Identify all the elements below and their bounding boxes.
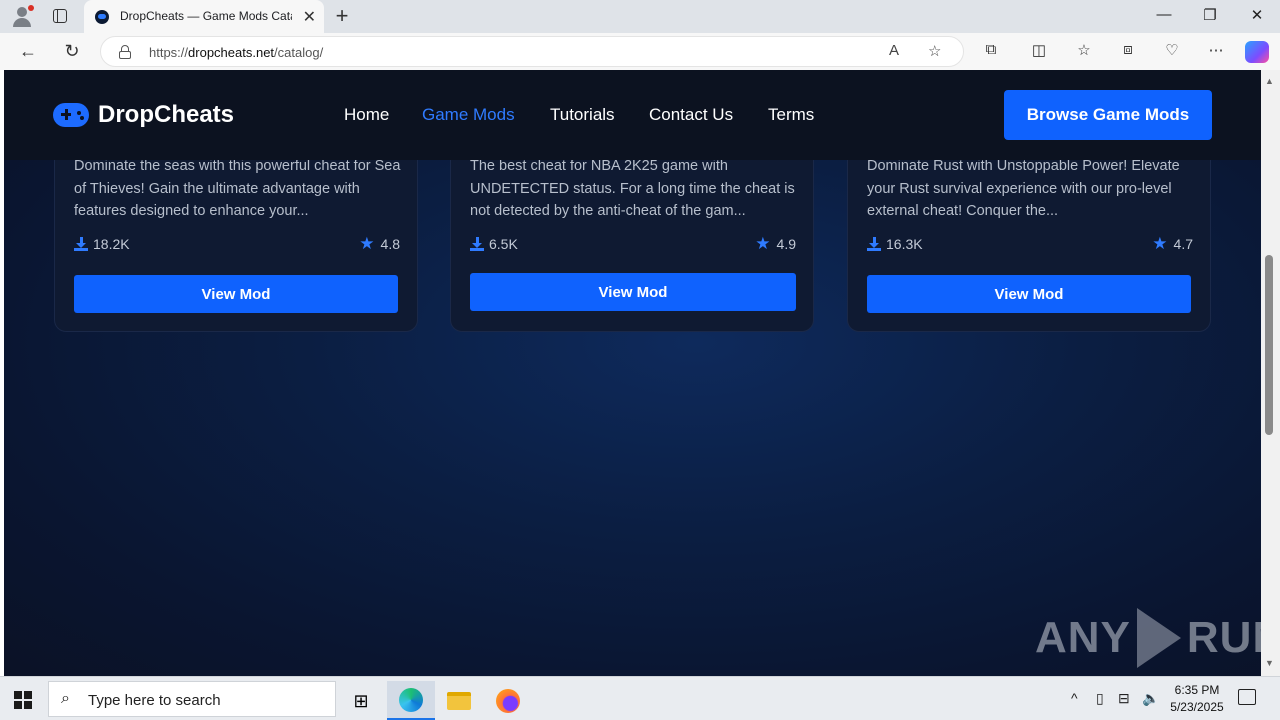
view-mod-button[interactable]: View Mod <box>470 273 796 311</box>
site-header: DropCheats Home Game Mods Tutorials Cont… <box>4 70 1261 160</box>
tab-close-icon[interactable]: ✕ <box>303 7 316 27</box>
url-text: https://dropcheats.net/catalog/ <box>149 45 324 60</box>
extensions-icon[interactable]: ⧉ <box>980 41 1002 58</box>
favorites-icon[interactable]: ☆ <box>1073 41 1095 59</box>
notifications-icon[interactable] <box>1238 689 1256 705</box>
minimize-button[interactable]: — <box>1144 6 1184 23</box>
back-icon[interactable]: ← <box>15 39 41 63</box>
tab-title: DropCheats — Game Mods Catalog <box>120 9 292 23</box>
tab-actions-icon[interactable] <box>48 6 72 26</box>
mod-rating: ★ 4.9 <box>755 234 796 253</box>
browser-essentials-icon[interactable]: ♡ <box>1161 41 1183 59</box>
file-explorer-icon[interactable] <box>435 681 483 720</box>
web-page: Dominate the seas with this powerful che… <box>4 70 1261 676</box>
firefox-taskbar-icon[interactable] <box>484 681 532 720</box>
download-count: 6.5K <box>470 236 518 252</box>
download-icon <box>867 237 881 251</box>
address-bar[interactable]: https://dropcheats.net/catalog/ A ☆ <box>100 36 964 67</box>
tab-strip: DropCheats — Game Mods Catalog ✕ + — ❐ ✕ <box>0 0 1280 33</box>
site-logo[interactable]: DropCheats <box>53 101 234 129</box>
task-view-icon[interactable]: ⊞ <box>337 681 385 720</box>
download-count: 18.2K <box>74 236 130 252</box>
mod-description: Dominate the seas with this powerful che… <box>74 158 401 219</box>
mod-description: Dominate Rust with Unstoppable Power! El… <box>867 158 1180 219</box>
gamepad-icon <box>53 103 89 127</box>
nav-contact-us[interactable]: Contact Us <box>649 105 733 125</box>
nav-home[interactable]: Home <box>344 105 389 125</box>
refresh-icon[interactable]: ↻ <box>59 39 85 63</box>
system-clock[interactable]: 6:35 PM 5/23/2025 <box>1162 682 1232 716</box>
profile-icon[interactable] <box>8 4 36 28</box>
split-screen-icon[interactable]: ◫ <box>1028 41 1050 59</box>
close-window-button[interactable]: ✕ <box>1237 6 1277 24</box>
device-icon[interactable]: ▯ <box>1096 690 1104 707</box>
copilot-icon[interactable] <box>1245 41 1269 63</box>
star-icon: ★ <box>359 234 375 253</box>
star-icon: ★ <box>1152 234 1168 253</box>
mod-card: Dominate Rust with Unstoppable Power! El… <box>847 140 1211 332</box>
nav-game-mods[interactable]: Game Mods <box>422 105 515 125</box>
tab-active[interactable]: DropCheats — Game Mods Catalog ✕ <box>84 0 324 33</box>
view-mod-button[interactable]: View Mod <box>74 275 398 313</box>
edge-taskbar-icon[interactable] <box>387 681 435 720</box>
scroll-down-icon[interactable]: ▼ <box>1265 658 1274 668</box>
volume-icon[interactable]: 🔈 <box>1142 690 1159 707</box>
search-icon: ⌕ <box>61 690 70 707</box>
windows-start-icon[interactable] <box>14 691 32 709</box>
mod-card: The best cheat for NBA 2K25 game with UN… <box>450 140 814 332</box>
search-placeholder: Type here to search <box>88 692 221 709</box>
scrollbar-thumb[interactable] <box>1265 255 1273 435</box>
lock-icon[interactable] <box>119 45 131 59</box>
mod-description: The best cheat for NBA 2K25 game with UN… <box>470 158 795 219</box>
nav-terms[interactable]: Terms <box>768 105 814 125</box>
scroll-up-icon[interactable]: ▲ <box>1265 76 1274 86</box>
taskbar-search-input[interactable]: ⌕ Type here to search <box>48 681 336 717</box>
restore-button[interactable]: ❐ <box>1190 6 1230 24</box>
browser-toolbar: ← ↻ https://dropcheats.net/catalog/ A ☆ … <box>0 33 1280 70</box>
nav-tutorials[interactable]: Tutorials <box>550 105 615 125</box>
mod-card: Dominate the seas with this powerful che… <box>54 140 418 332</box>
mod-rating: ★ 4.7 <box>1152 234 1193 253</box>
read-aloud-icon[interactable]: A <box>889 42 899 59</box>
mod-rating: ★ 4.8 <box>359 234 400 253</box>
star-icon: ★ <box>755 234 771 253</box>
taskbar: ⌕ Type here to search ⊞ ^ ▯ ⊟ 🔈 6:35 PM … <box>0 676 1280 720</box>
anyrun-watermark: ANY RUN <box>1035 608 1280 668</box>
play-logo-icon <box>1136 608 1181 668</box>
page-scrollbar[interactable]: ▲ ▼ <box>1261 70 1280 676</box>
show-hidden-icons-icon[interactable]: ^ <box>1071 690 1078 706</box>
collections-icon[interactable]: ⧈ <box>1117 41 1139 58</box>
view-mod-button[interactable]: View Mod <box>867 275 1191 313</box>
brand-name: DropCheats <box>98 101 235 128</box>
download-icon <box>74 237 88 251</box>
site-favicon-icon <box>95 10 109 24</box>
download-count: 16.3K <box>867 236 923 252</box>
favorite-star-icon[interactable]: ☆ <box>928 42 941 60</box>
download-icon <box>470 237 484 251</box>
new-tab-icon[interactable]: + <box>330 3 354 29</box>
more-menu-icon[interactable]: ⋯ <box>1205 41 1227 59</box>
browse-game-mods-button[interactable]: Browse Game Mods <box>1004 90 1212 140</box>
network-icon[interactable]: ⊟ <box>1118 690 1130 707</box>
